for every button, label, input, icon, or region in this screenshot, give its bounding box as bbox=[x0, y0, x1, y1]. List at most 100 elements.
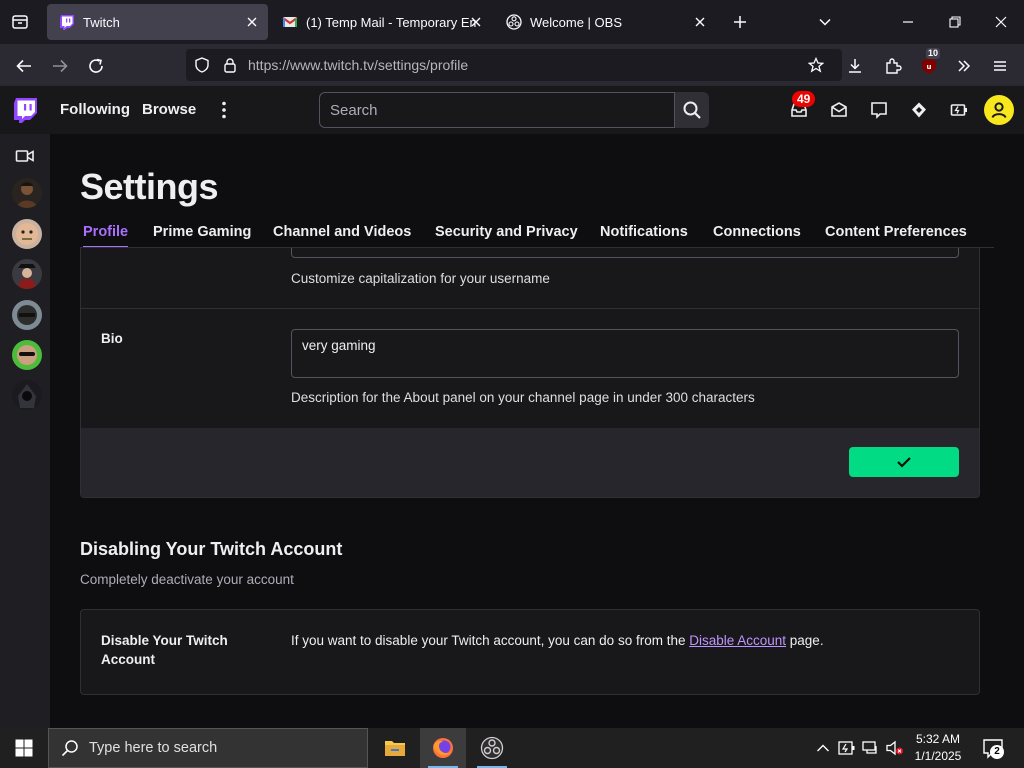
shield-icon[interactable] bbox=[194, 57, 210, 73]
tab-content-preferences[interactable]: Content Preferences bbox=[825, 224, 967, 240]
taskbar-search-box[interactable]: Type here to search bbox=[48, 728, 368, 768]
video-camera-icon[interactable] bbox=[15, 146, 35, 166]
clock-time: 5:32 AM bbox=[915, 732, 961, 746]
checkmark-icon bbox=[897, 457, 911, 468]
twitch-logo-icon[interactable] bbox=[12, 96, 40, 124]
disable-text-before: If you want to disable your Twitch accou… bbox=[291, 633, 690, 648]
chevron-up-icon[interactable] bbox=[814, 739, 832, 757]
network-icon[interactable] bbox=[862, 739, 880, 757]
tab-title: Welcome | OBS bbox=[530, 14, 622, 30]
disable-account-label: Disable Your Twitch Account bbox=[101, 633, 228, 667]
disable-account-panel: Disable Your Twitch Account If you want … bbox=[80, 609, 980, 695]
channel-avatar[interactable] bbox=[12, 380, 42, 410]
svg-text:u: u bbox=[927, 63, 932, 71]
list-tabs-chevron-down-icon[interactable] bbox=[811, 8, 839, 36]
firefox-icon[interactable] bbox=[420, 728, 466, 768]
notification-count-badge: 49 bbox=[792, 91, 816, 107]
disable-section-subtitle: Completely deactivate your account bbox=[80, 572, 294, 587]
bio-label: Bio bbox=[101, 331, 123, 346]
user-avatar-button[interactable] bbox=[984, 95, 1014, 125]
forward-arrow-icon[interactable] bbox=[46, 52, 74, 80]
obs-taskbar-icon[interactable] bbox=[469, 728, 515, 768]
display-name-help: Customize capitalization for your userna… bbox=[291, 271, 550, 286]
back-arrow-icon[interactable] bbox=[10, 52, 38, 80]
minimize-icon[interactable] bbox=[894, 8, 922, 36]
volume-muted-icon[interactable] bbox=[886, 739, 904, 757]
windows-taskbar: Type here to search 5:32 AM 1/1/2025 2 bbox=[0, 728, 1024, 768]
settings-main: Settings Profile Prime Gaming Channel an… bbox=[50, 134, 1024, 728]
windows-start-icon[interactable] bbox=[0, 728, 48, 768]
channel-avatar[interactable] bbox=[12, 300, 42, 330]
search-icon bbox=[683, 101, 701, 119]
extensions-puzzle-icon[interactable] bbox=[879, 52, 907, 80]
more-options-vertical-icon[interactable] bbox=[216, 98, 232, 122]
gmail-icon bbox=[282, 17, 298, 27]
new-tab-icon[interactable] bbox=[726, 8, 754, 36]
tab-title: Twitch bbox=[83, 14, 120, 30]
settings-tabs: Profile Prime Gaming Channel and Videos … bbox=[80, 222, 994, 248]
url-bar[interactable]: https://www.twitch.tv/settings/profile bbox=[186, 49, 842, 81]
channel-avatar[interactable] bbox=[12, 219, 42, 249]
more-tools-chevrons-icon[interactable] bbox=[950, 52, 978, 80]
bio-help: Description for the About panel on your … bbox=[291, 390, 755, 405]
clock-date: 1/1/2025 bbox=[914, 749, 962, 763]
channel-avatar[interactable] bbox=[12, 178, 42, 208]
browser-tab-temp-mail[interactable]: (1) Temp Mail - Temporary Ema bbox=[270, 4, 492, 40]
bookmark-star-icon[interactable] bbox=[808, 57, 824, 73]
profile-settings-panel: Customize capitalization for your userna… bbox=[80, 248, 980, 498]
bits-battery-icon[interactable] bbox=[947, 98, 971, 122]
close-tab-icon[interactable] bbox=[468, 14, 484, 30]
url-text: https://www.twitch.tv/settings/profile bbox=[248, 57, 469, 73]
tab-connections[interactable]: Connections bbox=[713, 224, 801, 240]
page-title: Settings bbox=[80, 166, 219, 207]
file-explorer-icon[interactable] bbox=[372, 728, 418, 768]
browser-toolbar: https://www.twitch.tv/settings/profile u… bbox=[0, 44, 1024, 86]
tab-prime-gaming[interactable]: Prime Gaming bbox=[153, 224, 251, 240]
extension-badge: 10 bbox=[926, 48, 941, 59]
ublock-extension-icon[interactable]: u 10 bbox=[915, 48, 943, 80]
close-window-icon[interactable] bbox=[987, 8, 1015, 36]
whispers-mail-icon[interactable] bbox=[827, 98, 851, 122]
save-changes-button[interactable] bbox=[849, 447, 959, 477]
system-clock[interactable]: 5:32 AM 1/1/2025 bbox=[906, 731, 970, 765]
disable-section-title: Disabling Your Twitch Account bbox=[80, 539, 343, 559]
restore-icon[interactable] bbox=[941, 8, 969, 36]
tab-profile[interactable]: Profile bbox=[83, 224, 128, 240]
hamburger-menu-icon[interactable] bbox=[986, 52, 1014, 80]
tab-title: (1) Temp Mail - Temporary Ema bbox=[306, 14, 476, 30]
twitch-search-input[interactable] bbox=[320, 93, 674, 127]
prime-crown-icon[interactable] bbox=[907, 98, 931, 122]
tab-notifications[interactable]: Notifications bbox=[600, 224, 688, 240]
browse-link[interactable]: Browse bbox=[142, 101, 196, 118]
tab-overview-icon[interactable] bbox=[8, 10, 32, 34]
disable-account-link[interactable]: Disable Account bbox=[689, 633, 786, 648]
browser-tab-strip: Twitch (1) Temp Mail - Temporary Ema Wel… bbox=[0, 0, 1024, 44]
disable-text-after: page. bbox=[786, 633, 824, 648]
twitch-search-box bbox=[319, 92, 675, 128]
notification-count: 2 bbox=[990, 745, 1004, 759]
tab-channel-and-videos[interactable]: Channel and Videos bbox=[273, 224, 411, 240]
reload-icon[interactable] bbox=[82, 52, 110, 80]
save-bar bbox=[81, 428, 979, 497]
followed-channels-sidebar bbox=[0, 134, 50, 728]
downloads-icon[interactable] bbox=[841, 52, 869, 80]
browser-tab-twitch[interactable]: Twitch bbox=[47, 4, 268, 40]
disable-account-text: If you want to disable your Twitch accou… bbox=[291, 633, 824, 648]
chat-bubble-icon[interactable] bbox=[867, 98, 891, 122]
lock-icon[interactable] bbox=[222, 57, 238, 73]
battery-charging-icon[interactable] bbox=[838, 739, 856, 757]
user-icon bbox=[991, 102, 1007, 118]
twitch-top-nav: Following Browse 49 bbox=[0, 86, 1024, 134]
browser-tab-obs[interactable]: Welcome | OBS bbox=[494, 4, 716, 40]
close-tab-icon[interactable] bbox=[244, 14, 260, 30]
display-name-input[interactable] bbox=[291, 248, 959, 258]
channel-avatar[interactable] bbox=[12, 259, 42, 289]
taskbar-search-placeholder: Type here to search bbox=[89, 740, 218, 756]
bio-textarea[interactable]: very gaming bbox=[291, 329, 959, 378]
channel-avatar[interactable] bbox=[12, 340, 42, 370]
following-link[interactable]: Following bbox=[60, 101, 130, 118]
obs-icon bbox=[506, 14, 522, 30]
close-tab-icon[interactable] bbox=[692, 14, 708, 30]
tab-security-and-privacy[interactable]: Security and Privacy bbox=[435, 224, 578, 240]
search-button[interactable] bbox=[675, 92, 709, 128]
